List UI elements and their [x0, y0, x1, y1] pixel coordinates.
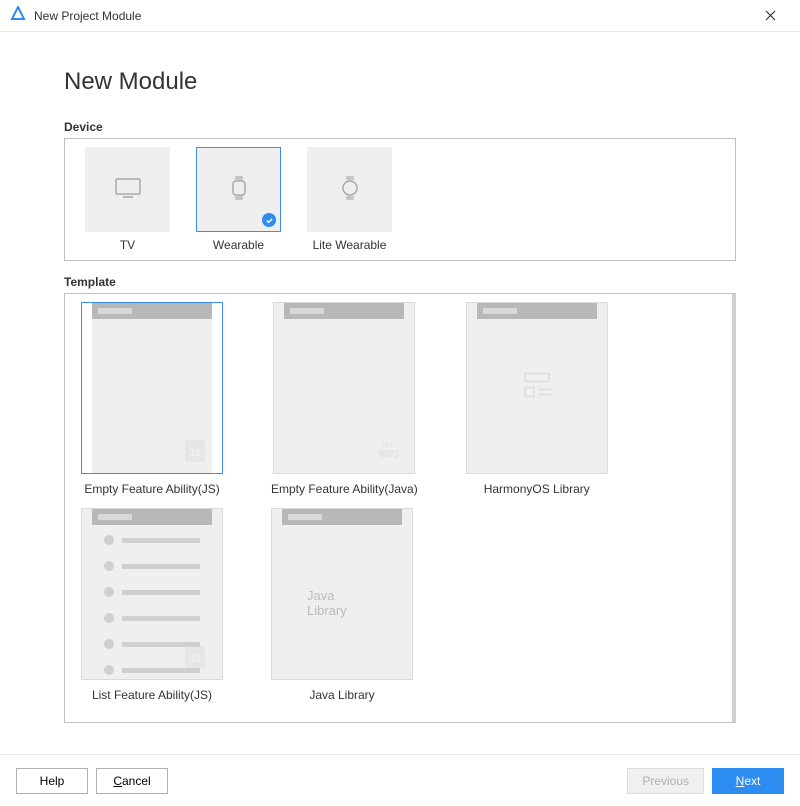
template-item-empty-java[interactable]: Empty Feature Ability(Java) [271, 302, 418, 496]
template-label: Empty Feature Ability(JS) [84, 482, 219, 496]
device-card [85, 147, 170, 232]
template-item-harmony-lib[interactable]: HarmonyOS Library [466, 302, 608, 496]
close-button[interactable] [750, 8, 790, 24]
template-label: HarmonyOS Library [484, 482, 590, 496]
window-title: New Project Module [34, 9, 750, 23]
device-item-tv[interactable]: TV [85, 147, 170, 252]
svg-text:JS: JS [189, 654, 202, 665]
cancel-button[interactable]: Cancel [96, 768, 168, 794]
page-title: New Module [64, 68, 736, 96]
java-library-text-icon: Java Library [307, 588, 377, 618]
template-card: JS [81, 508, 223, 680]
template-card: JS [81, 302, 223, 474]
java-icon [372, 440, 400, 467]
library-icon [519, 372, 555, 405]
template-label: Empty Feature Ability(Java) [271, 482, 418, 496]
dialog-footer: Help Cancel Previous Next [0, 754, 800, 806]
help-button[interactable]: Help [16, 768, 88, 794]
next-button[interactable]: Next [712, 768, 784, 794]
template-item-list-js[interactable]: JS List Feature Ability(JS) [81, 508, 223, 702]
tv-icon [114, 176, 142, 203]
template-card [273, 302, 415, 474]
watch-round-icon [340, 175, 360, 204]
js-icon: JS [182, 438, 208, 467]
device-item-wearable[interactable]: Wearable [196, 147, 281, 252]
app-icon [10, 6, 26, 25]
device-section-label: Device [64, 120, 736, 134]
js-icon: JS [182, 644, 208, 673]
svg-text:JS: JS [189, 448, 202, 459]
template-card [466, 302, 608, 474]
template-label: Java Library [309, 688, 374, 702]
template-item-empty-js[interactable]: JS Empty Feature Ability(JS) [81, 302, 223, 496]
device-label: Lite Wearable [313, 238, 387, 252]
template-selector: JS Empty Feature Ability(JS) Empty Featu… [64, 293, 736, 723]
titlebar: New Project Module [0, 0, 800, 32]
previous-button: Previous [627, 768, 704, 794]
template-card: Java Library [271, 508, 413, 680]
template-section-label: Template [64, 275, 736, 289]
check-icon [262, 213, 276, 227]
device-selector: TV Wearable Lite Wearable [64, 138, 736, 261]
template-grid: JS Empty Feature Ability(JS) Empty Featu… [81, 302, 716, 702]
device-card [307, 147, 392, 232]
device-card [196, 147, 281, 232]
device-item-lite-wearable[interactable]: Lite Wearable [307, 147, 392, 252]
device-label: TV [120, 238, 135, 252]
template-item-java-lib[interactable]: Java Library Java Library [271, 508, 413, 702]
template-label: List Feature Ability(JS) [92, 688, 212, 702]
dialog-content: New Module Device TV Wearable [0, 32, 800, 739]
device-label: Wearable [213, 238, 264, 252]
watch-icon [229, 175, 249, 204]
